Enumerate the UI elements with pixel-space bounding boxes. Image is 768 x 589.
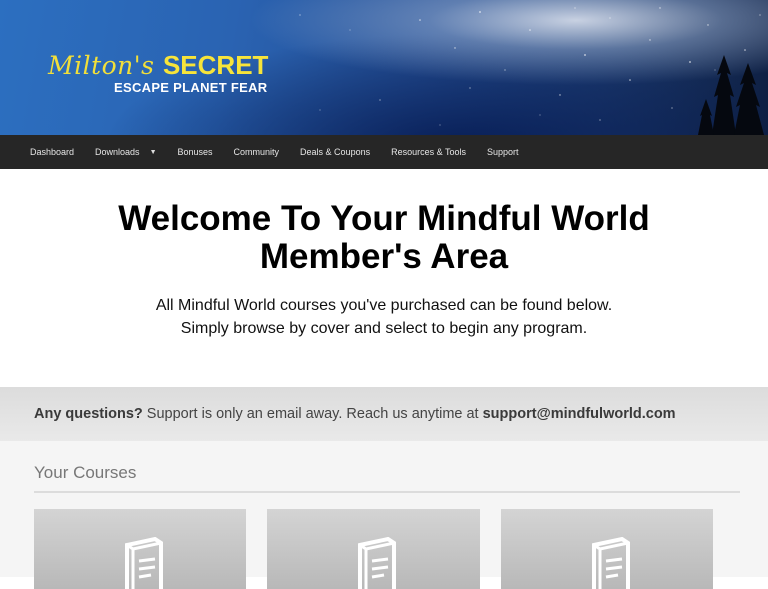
nav-bonuses[interactable]: Bonuses [178,147,213,157]
nav-support[interactable]: Support [487,147,519,157]
nav-dashboard[interactable]: Dashboard [30,147,74,157]
nav-deals-coupons[interactable]: Deals & Coupons [300,147,370,157]
book-icon [358,537,397,589]
welcome-section: Welcome To Your Mindful World Member's A… [0,169,768,387]
welcome-text-line2: Simply browse by cover and select to beg… [180,320,588,337]
main-navigation: Dashboard Downloads ▼ Bonuses Community … [0,135,768,169]
nav-downloads-label: Downloads [95,147,140,157]
courses-divider [34,491,740,493]
support-text: Support is only an email away. Reach us … [142,406,483,422]
support-lead: Any questions? [34,406,143,422]
logo-secret-text: SECRET [162,50,269,80]
nav-community[interactable]: Community [234,147,280,157]
nav-downloads[interactable]: Downloads ▼ [95,147,156,157]
book-icon [125,537,163,589]
support-banner: Any questions? Support is only an email … [0,387,768,441]
logo-subtitle: ESCAPE PLANET FEAR [114,80,268,95]
nav-resources-tools[interactable]: Resources & Tools [391,147,466,157]
courses-heading: Your Courses [34,463,137,482]
tree-silhouette-icon [698,55,764,135]
page-title-line1: Welcome To Your Mindful World [118,199,650,238]
book-icon [591,537,630,589]
logo-script-text: Milton's [48,51,155,80]
course-card[interactable] [34,509,247,589]
page-title: Welcome To Your Mindful World Member's A… [0,200,768,276]
page-title-line2: Member's Area [259,237,509,276]
course-card[interactable] [267,509,480,589]
support-email-link[interactable]: support@mindfulworld.com [483,406,676,422]
courses-grid [34,509,734,589]
site-logo[interactable]: Milton's SECRET ESCAPE PLANET FEAR [48,52,268,95]
chevron-down-icon[interactable]: ▼ [150,149,157,156]
courses-section: Your Courses [0,441,768,589]
welcome-text: All Mindful World courses you've purchas… [0,294,768,340]
welcome-text-line1: All Mindful World courses you've purchas… [155,297,613,314]
header-banner: Milton's SECRET ESCAPE PLANET FEAR [0,0,768,135]
course-card[interactable] [500,509,713,589]
